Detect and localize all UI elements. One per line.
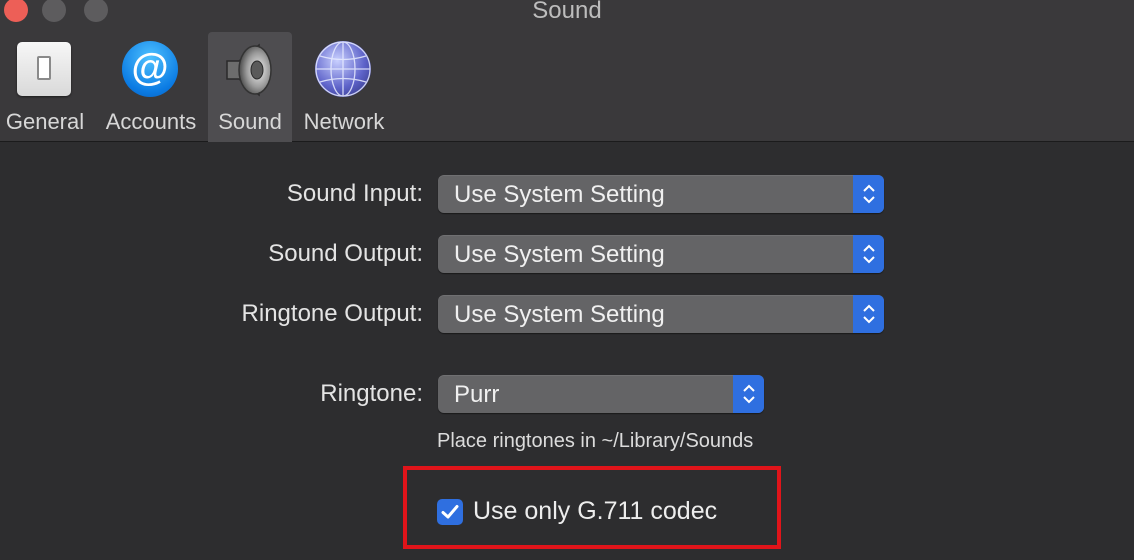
ringtone-label: Ringtone:	[320, 380, 423, 407]
general-icon	[16, 41, 74, 99]
ringtone-popup[interactable]: Purr	[438, 375, 764, 413]
sound-input-value: Use System Setting	[454, 181, 665, 208]
sound-input-popup[interactable]: Use System Setting	[438, 175, 884, 213]
sound-input-label: Sound Input:	[286, 180, 423, 207]
popup-arrows-icon	[853, 235, 884, 273]
tab-network[interactable]: Network	[298, 32, 390, 142]
ringtone-output-label: Ringtone Output:	[241, 300, 423, 327]
popup-arrows-icon	[853, 295, 884, 333]
ringtone-hint: Place ringtones in ~/Library/Sounds	[437, 430, 754, 452]
network-globe-icon	[315, 41, 373, 99]
tab-accounts-label: Accounts	[105, 109, 197, 134]
codec-checkbox[interactable]	[437, 499, 463, 525]
tab-sound[interactable]: Sound	[208, 32, 292, 142]
tab-accounts[interactable]: @ Accounts	[100, 32, 202, 142]
codec-checkbox-label[interactable]: Use only G.711 codec	[473, 497, 717, 526]
sound-output-popup[interactable]: Use System Setting	[438, 235, 884, 273]
sound-output-value: Use System Setting	[454, 241, 665, 268]
checkmark-icon	[441, 505, 459, 519]
popup-arrows-icon	[853, 175, 884, 213]
popup-arrows-icon	[733, 375, 764, 413]
accounts-icon: @	[122, 41, 180, 99]
tab-general[interactable]: General	[2, 32, 88, 142]
ringtone-output-popup[interactable]: Use System Setting	[438, 295, 884, 333]
sound-output-label: Sound Output:	[268, 240, 423, 267]
tab-sound-label: Sound	[218, 109, 282, 134]
speaker-icon	[221, 41, 279, 99]
tab-network-label: Network	[303, 109, 385, 134]
ringtone-value: Purr	[454, 381, 500, 408]
ringtone-output-value: Use System Setting	[454, 301, 665, 328]
window-title: Sound	[532, 0, 602, 24]
tab-general-label: General	[5, 109, 85, 134]
window-titlebar: Sound General @ Accounts Sound Network	[0, 0, 1134, 142]
